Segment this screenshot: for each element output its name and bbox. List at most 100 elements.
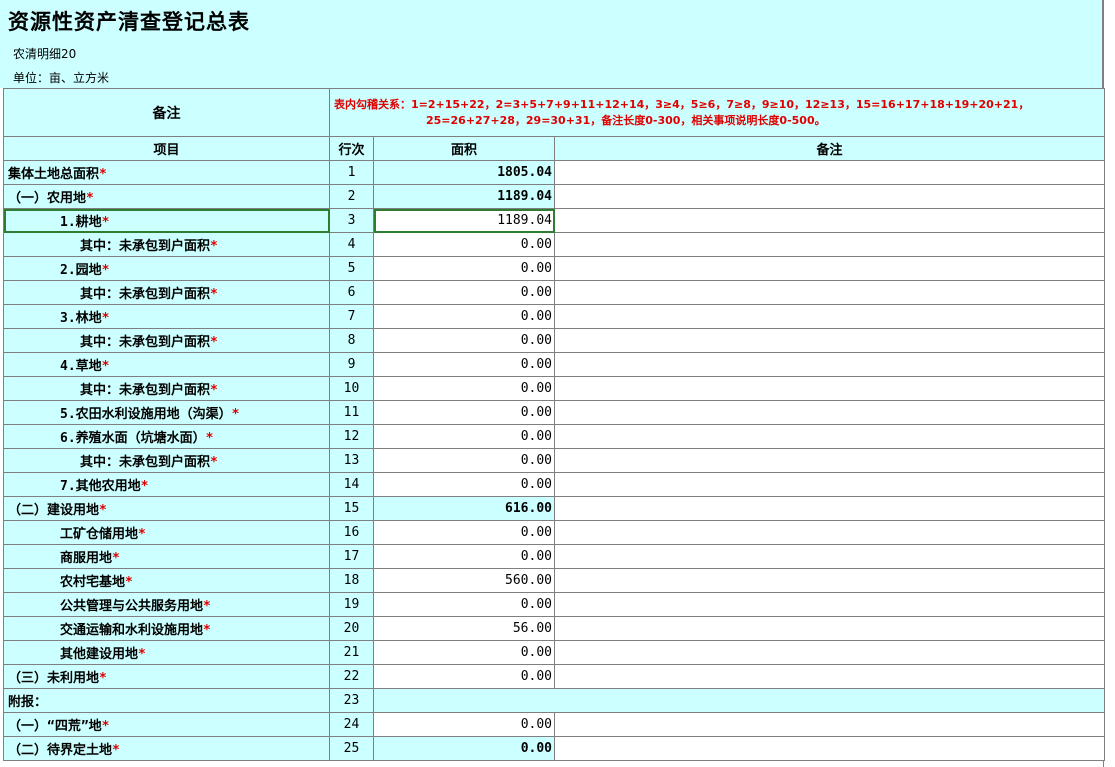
area-input-cell[interactable]: 0.00	[373, 544, 555, 569]
row-number: 2	[329, 184, 374, 209]
required-star-icon: *	[140, 479, 149, 494]
area-input-cell: 616.00	[373, 496, 555, 521]
row-number: 10	[329, 376, 374, 401]
note-input-cell[interactable]	[553, 160, 1106, 185]
row-number: 1	[329, 160, 374, 185]
area-input-cell[interactable]: 1189.04	[373, 208, 555, 233]
note-input-cell[interactable]	[553, 376, 1106, 401]
row-number: 5	[329, 256, 374, 281]
row-item-label: 其他建设用地*	[3, 640, 330, 665]
row-number: 11	[329, 400, 374, 425]
row-number: 4	[329, 232, 374, 257]
table-row: 商服用地* 17 0.00	[3, 544, 1106, 569]
area-input-cell[interactable]: 0.00	[373, 640, 555, 665]
area-input-cell[interactable]: 0.00	[373, 400, 555, 425]
row-item-label: （二）建设用地*	[3, 496, 330, 521]
note-input-cell[interactable]	[553, 736, 1106, 761]
row-number: 15	[329, 496, 374, 521]
note-input-cell[interactable]	[553, 472, 1106, 497]
row-item-text: （二）待界定土地	[8, 743, 113, 758]
row-item-text: 农村宅基地	[60, 575, 126, 590]
row-item-label: 公共管理与公共服务用地*	[3, 592, 330, 617]
area-input-cell[interactable]: 0.00	[373, 328, 555, 353]
row-item-text: 商服用地	[60, 551, 113, 566]
area-input-cell[interactable]: 0.00	[373, 256, 555, 281]
note-input-cell[interactable]	[553, 304, 1106, 329]
row-item-label: 附报：	[3, 688, 330, 713]
column-header-row-number: 行次	[329, 136, 374, 161]
area-input-cell[interactable]: 0.00	[373, 712, 555, 737]
row-item-text: 1.耕地	[60, 215, 102, 230]
row-item-label: 2.园地*	[3, 256, 330, 281]
table-row: 其中：未承包到户面积* 4 0.00	[3, 232, 1106, 257]
note-input-cell[interactable]	[553, 352, 1106, 377]
note-input-cell[interactable]	[553, 424, 1106, 449]
area-input-cell[interactable]: 0.00	[373, 352, 555, 377]
note-input-cell[interactable]	[553, 640, 1106, 665]
row-item-text: 其中：未承包到户面积	[80, 287, 211, 302]
row-number: 6	[329, 280, 374, 305]
remark-text: 表内勾稽关系：1=2+15+22，2=3+5+7+9+11+12+14，3≥4，…	[328, 88, 1106, 137]
row-number: 12	[329, 424, 374, 449]
table-row: 公共管理与公共服务用地* 19 0.00	[3, 592, 1106, 617]
area-input-cell[interactable]: 0.00	[373, 280, 555, 305]
area-input-cell[interactable]: 0.00	[373, 424, 555, 449]
row-item-text: 其他建设用地	[60, 647, 139, 662]
row-item-text: 7.其他农用地	[60, 479, 141, 494]
column-header-item: 项目	[3, 136, 330, 161]
note-input-cell[interactable]	[553, 400, 1106, 425]
required-star-icon: *	[125, 575, 133, 590]
table-row: （二）建设用地* 15 616.00	[3, 496, 1106, 521]
required-star-icon: *	[203, 623, 211, 638]
required-star-icon: *	[101, 311, 110, 326]
note-input-cell[interactable]	[553, 256, 1106, 281]
table-row: 5.农田水利设施用地（沟渠）* 11 0.00	[3, 400, 1106, 425]
note-input-cell[interactable]	[553, 568, 1106, 593]
row-number: 21	[329, 640, 374, 665]
required-star-icon: *	[231, 407, 240, 422]
area-input-cell[interactable]: 0.00	[373, 664, 555, 689]
note-input-cell[interactable]	[553, 616, 1106, 641]
required-star-icon: *	[99, 671, 107, 686]
note-input-cell[interactable]	[553, 328, 1106, 353]
note-input-cell[interactable]	[553, 184, 1106, 209]
note-input-cell[interactable]	[553, 232, 1106, 257]
table-row: （一）“四荒”地* 24 0.00	[3, 712, 1106, 737]
row-item-label: 交通运输和水利设施用地*	[3, 616, 330, 641]
row-item-text: 集体土地总面积	[8, 167, 100, 182]
area-input-cell[interactable]: 560.00	[373, 568, 555, 593]
area-input-cell[interactable]: 0.00	[373, 472, 555, 497]
table-row: 4.草地* 9 0.00	[3, 352, 1106, 377]
area-input-cell[interactable]: 0.00	[373, 376, 555, 401]
note-input-cell[interactable]	[553, 664, 1106, 689]
table-row: 其中：未承包到户面积* 6 0.00	[3, 280, 1106, 305]
area-input-cell[interactable]: 0.00	[373, 520, 555, 545]
area-input-cell[interactable]: 0.00	[373, 232, 555, 257]
required-star-icon: *	[210, 287, 218, 302]
area-input-cell[interactable]: 0.00	[373, 592, 555, 617]
row-number: 3	[329, 208, 374, 233]
section-blank-cell	[372, 688, 1106, 713]
required-star-icon: *	[138, 527, 146, 542]
table-row: 其中：未承包到户面积* 8 0.00	[3, 328, 1106, 353]
note-input-cell[interactable]	[553, 712, 1106, 737]
row-number: 19	[329, 592, 374, 617]
note-input-cell[interactable]	[553, 520, 1106, 545]
page-title: 资源性资产清查登记总表	[8, 9, 250, 34]
area-input-cell[interactable]: 0.00	[373, 448, 555, 473]
note-input-cell[interactable]	[553, 448, 1106, 473]
area-input-cell[interactable]: 56.00	[373, 616, 555, 641]
note-input-cell[interactable]	[553, 280, 1106, 305]
form-code: 农清明细20	[13, 47, 77, 61]
row-item-text: 6.养殖水面（坑塘水面）	[60, 431, 206, 446]
note-input-cell[interactable]	[553, 208, 1106, 233]
table-row: 其中：未承包到户面积* 13 0.00	[3, 448, 1106, 473]
area-input-cell[interactable]: 0.00	[373, 304, 555, 329]
required-star-icon: *	[112, 551, 120, 566]
note-input-cell[interactable]	[553, 544, 1106, 569]
note-input-cell[interactable]	[553, 592, 1106, 617]
table-row: （二）待界定土地* 25 0.00	[3, 736, 1106, 761]
resource-asset-table: 备注 表内勾稽关系：1=2+15+22，2=3+5+7+9+11+12+14，3…	[3, 88, 1106, 761]
note-input-cell[interactable]	[553, 496, 1106, 521]
row-item-text: 2.园地	[60, 263, 102, 278]
